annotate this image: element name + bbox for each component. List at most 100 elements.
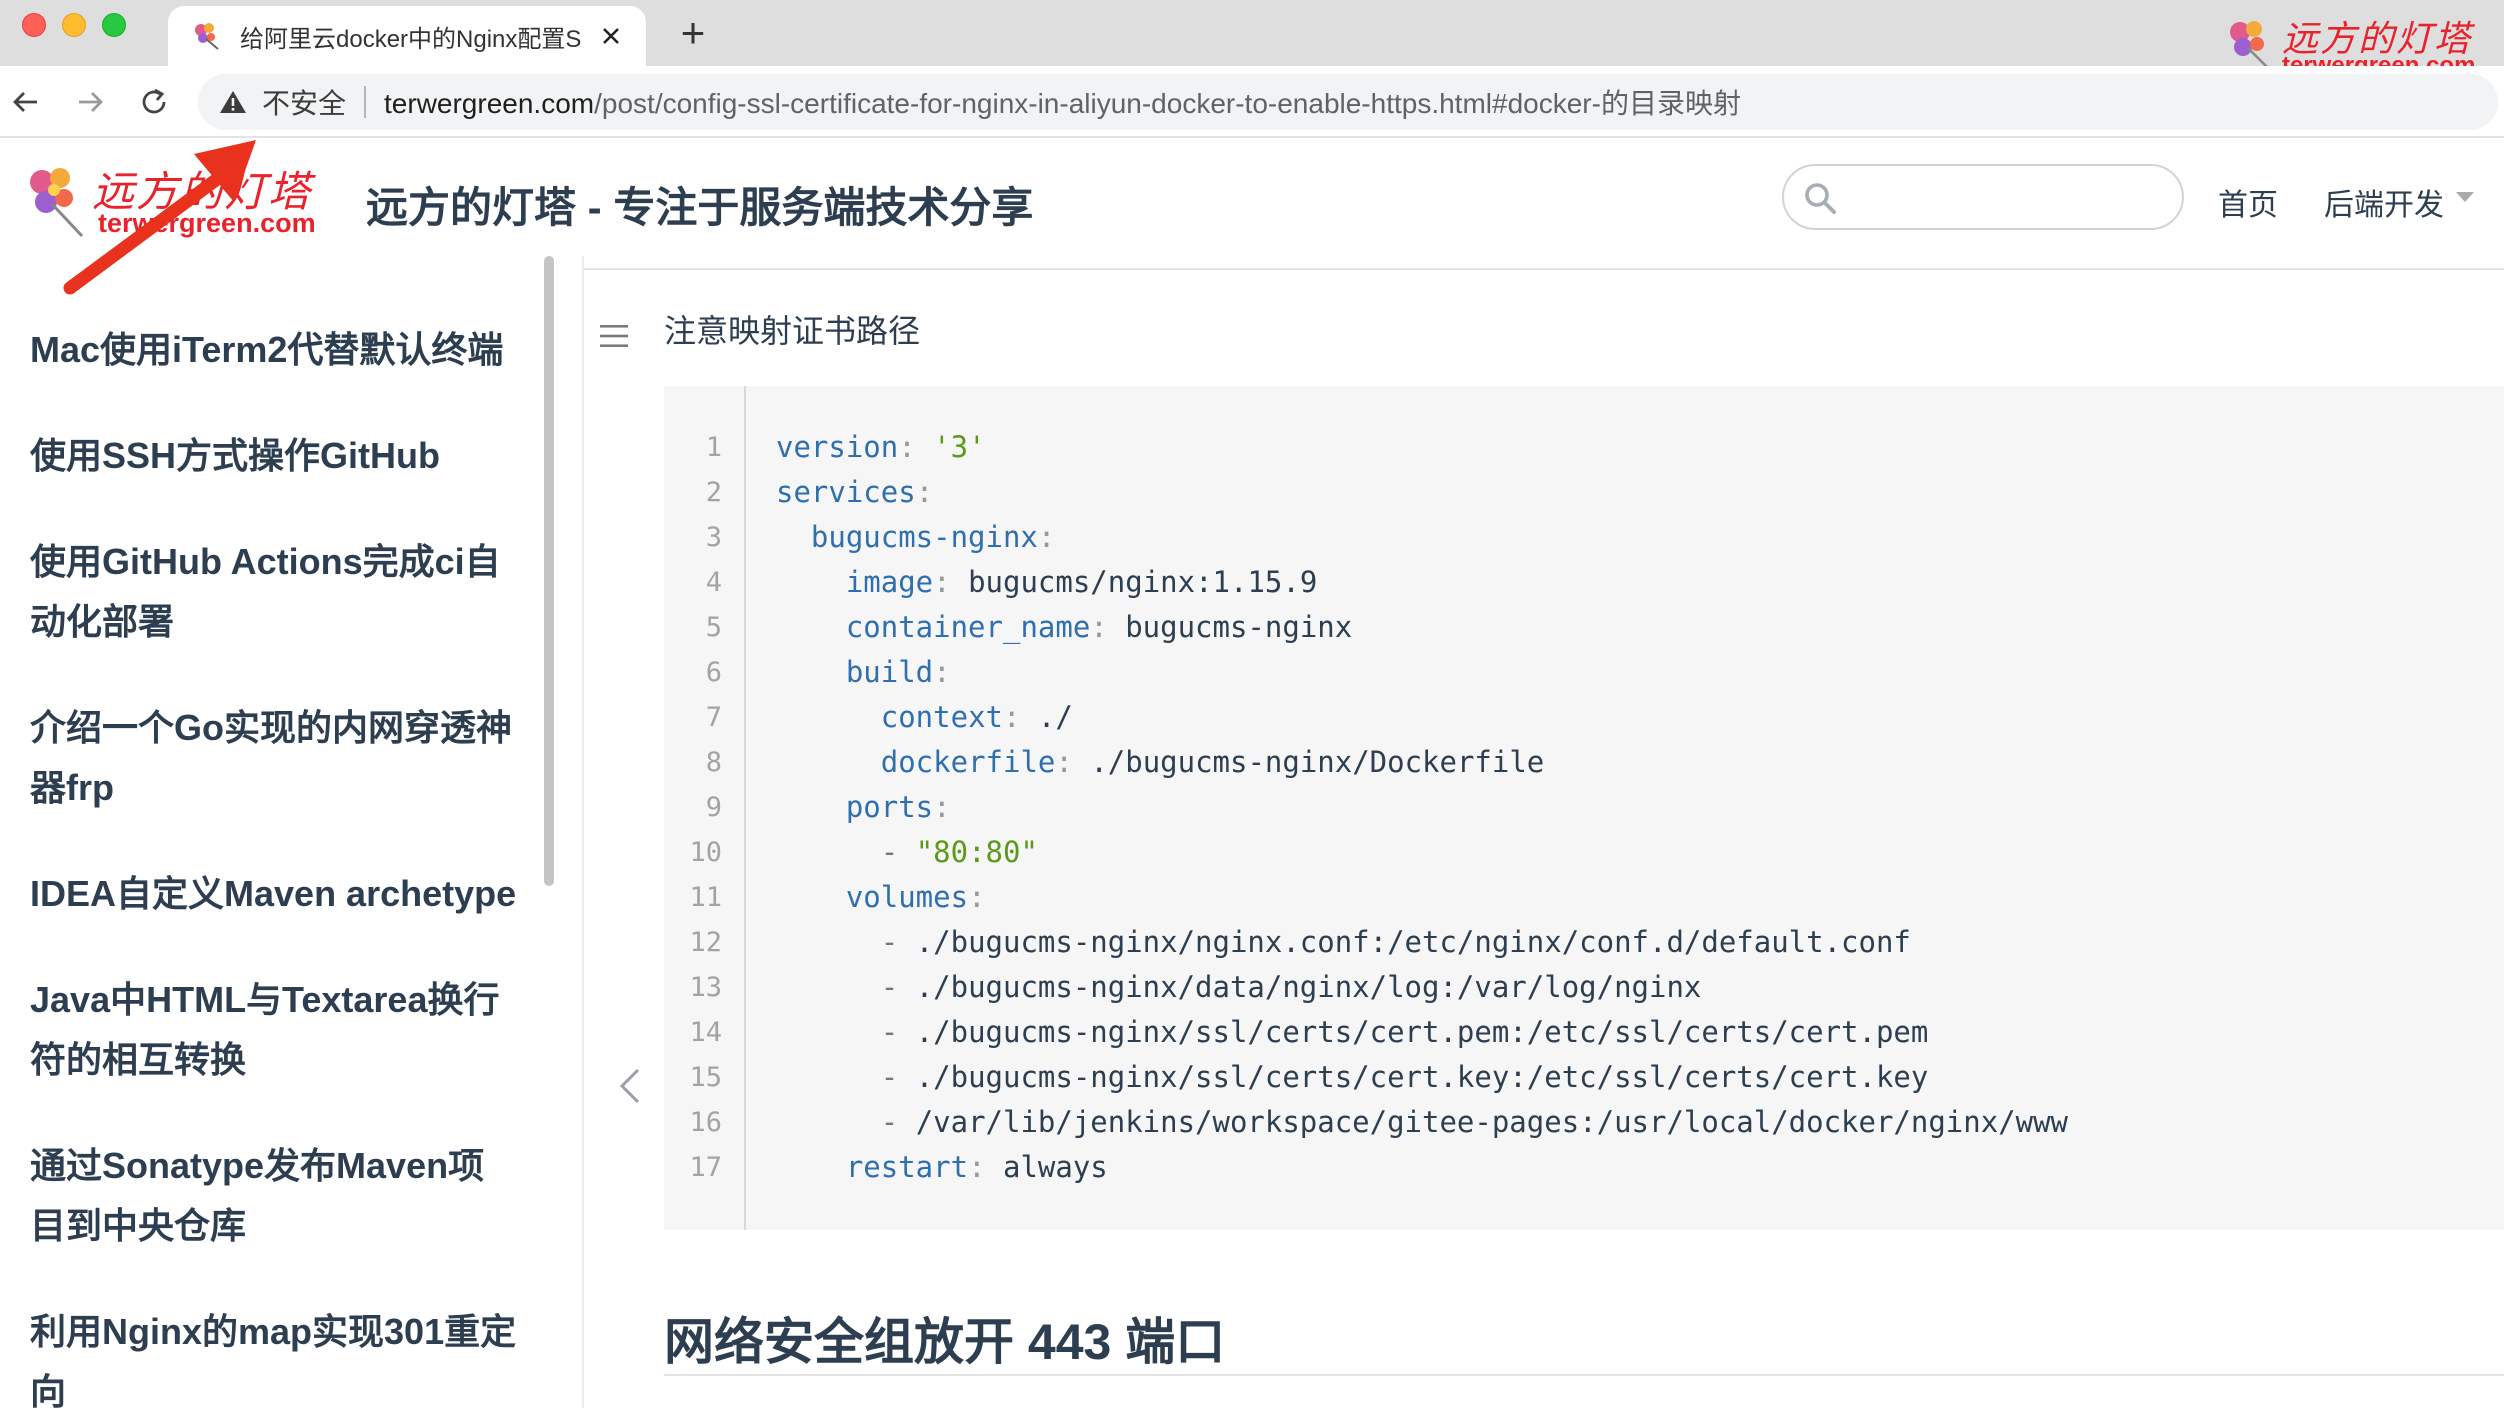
arrow-right-icon <box>79 92 103 112</box>
line-number: 4 <box>705 567 722 598</box>
sidebar-item[interactable]: IDEA自定义Maven archetype <box>30 864 520 924</box>
sidebar-item[interactable]: 通过Sonatype发布Maven项 目到中央仓库 <box>30 1136 520 1256</box>
code-line: - /var/lib/jenkins/workspace/gitee-pages… <box>776 1105 2068 1139</box>
new-tab-button[interactable]: + <box>668 8 718 58</box>
code-key: context <box>880 700 1003 734</box>
sidebar-divider <box>582 256 584 1408</box>
sidebar-scrollbar[interactable] <box>544 256 554 886</box>
code-gutter-divider <box>744 386 746 1230</box>
tab-active[interactable]: 给阿里云docker中的Nginx配置S <box>168 6 646 66</box>
code-colon: : <box>898 430 916 464</box>
arrow-left-icon <box>13 92 37 112</box>
code-line: dockerfile: ./bugucms-nginx/Dockerfile <box>776 745 1545 779</box>
nav-backend-dropdown[interactable]: 后端开发 <box>2324 180 2444 224</box>
sidebar-item[interactable]: 介绍一个Go实现的内网穿透神 器frp <box>30 698 520 818</box>
code-line: container_name: bugucms-nginx <box>776 610 1352 644</box>
code-line: version: '3' <box>776 430 986 464</box>
sidebar: Mac使用iTerm2代替默认终端使用SSH方式操作GitHub 使用GitHub… <box>0 256 546 1408</box>
code-key: build <box>845 655 934 689</box>
note-text: 注意映射证书路径 <box>664 313 921 349</box>
sidebar-item-label: 通过Sonatype发布Maven项 <box>30 1145 485 1186</box>
code-line: restart: always <box>776 1150 1108 1184</box>
code-key: restart <box>845 1150 969 1184</box>
heading-underline <box>664 1374 2504 1376</box>
code-colon: : <box>1037 520 1056 554</box>
line-number: 11 <box>689 882 722 913</box>
code-line: ports: <box>776 790 951 824</box>
code-key: volumes <box>845 880 969 914</box>
line-number: 8 <box>705 747 722 778</box>
line-number: 3 <box>705 522 722 553</box>
sidebar-item-label: 目到中央仓库 <box>30 1205 247 1246</box>
close-window-button[interactable] <box>22 13 46 37</box>
sidebar-item[interactable]: 利用Nginx的map实现301重定向 <box>30 1302 520 1408</box>
code-colon: : <box>968 880 986 914</box>
line-number: 9 <box>705 792 722 823</box>
code-dash: - <box>880 835 916 869</box>
code-colon: : <box>933 565 951 599</box>
code-line: - ./bugucms-nginx/nginx.conf:/etc/nginx/… <box>776 925 1911 959</box>
close-tab-icon[interactable] <box>596 21 626 51</box>
code-colon: : <box>968 1150 986 1184</box>
code-dash: - <box>880 1060 916 1094</box>
section-heading: 网络安全组放开 443 端口 <box>664 1314 1226 1370</box>
code-key: dockerfile <box>880 745 1056 779</box>
line-number: 6 <box>705 657 722 688</box>
code-value: always <box>1003 1150 1108 1184</box>
reload-button[interactable] <box>132 80 176 124</box>
code-line: - ./bugucms-nginx/ssl/certs/cert.key:/et… <box>776 1060 1929 1094</box>
zoom-window-button[interactable] <box>102 13 126 37</box>
code-key: container_name <box>845 610 1091 644</box>
url-path: /post/config-ssl-certificate-for-nginx-i… <box>594 88 1741 119</box>
sidebar-item-label: 介绍一个Go实现的内网穿透神 <box>30 707 512 748</box>
content-divider <box>584 268 2504 270</box>
sidebar-item-label: IDEA自定义Maven archetype <box>30 873 517 914</box>
forward-button[interactable] <box>68 80 112 124</box>
search-icon <box>1805 183 1836 214</box>
sidebar-item[interactable]: Mac使用iTerm2代替默认终端 <box>30 320 520 380</box>
code-line: - ./bugucms-nginx/ssl/certs/cert.pem:/et… <box>776 1015 1929 1049</box>
menu-lines-icon[interactable] <box>598 322 630 350</box>
line-number: 17 <box>689 1152 722 1183</box>
nav-home-link[interactable]: 首页 <box>2218 180 2278 224</box>
address-bar[interactable]: 不安全 terwergreen.com/post/config-ssl-cert… <box>198 74 2498 130</box>
code-line: context: ./ <box>776 700 1073 734</box>
back-button[interactable] <box>4 80 48 124</box>
sidebar-item-label: 使用SSH方式操作GitHub <box>30 435 440 476</box>
code-line: volumes: <box>776 880 986 914</box>
code-colon: : <box>933 655 951 689</box>
code-colon: : <box>1002 700 1021 734</box>
line-number: 2 <box>705 477 722 508</box>
code-key: ports <box>845 790 934 824</box>
code-dash: - <box>880 970 916 1004</box>
sidebar-item-label: 符的相互转换 <box>30 1039 247 1080</box>
code-line: bugucms-nginx: <box>776 520 1055 554</box>
code-value: /var/lib/jenkins/workspace/gitee-pages:/… <box>915 1105 2069 1139</box>
sidebar-item[interactable]: 使用SSH方式操作GitHub <box>30 426 520 486</box>
code-value: '3' <box>933 430 986 464</box>
code-colon: : <box>1055 745 1073 779</box>
line-number: 13 <box>689 972 722 1003</box>
minimize-window-button[interactable] <box>62 13 86 37</box>
search-input[interactable] <box>1782 164 2184 230</box>
code-key: services <box>776 475 916 509</box>
code-value: "80:80" <box>915 835 1038 869</box>
chevron-left-icon[interactable] <box>616 1066 644 1106</box>
code-dash: - <box>880 1105 916 1139</box>
sidebar-item[interactable]: 使用GitHub Actions完成ci自 动化部署 <box>30 532 520 652</box>
line-number: 10 <box>689 837 722 868</box>
caret-down-icon <box>2456 192 2474 202</box>
code-value: bugucms/nginx:1.15.9 <box>968 565 1318 599</box>
code-key: image <box>845 565 934 599</box>
red-arrow-icon <box>63 140 256 295</box>
site-header: 远方的灯塔 terwergreen.com 远方的灯塔 - 专注于服务端技术分享… <box>0 138 2504 256</box>
security-label[interactable]: 不安全 <box>262 82 346 122</box>
line-number: 7 <box>705 702 722 733</box>
sidebar-item[interactable]: Java中HTML与Textarea换行 符的相互转换 <box>30 970 520 1090</box>
line-number: 12 <box>689 927 722 958</box>
code-value: ./bugucms-nginx/ssl/certs/cert.key:/etc/… <box>915 1060 1929 1094</box>
site-title[interactable]: 远方的灯塔 - 专注于服务端技术分享 <box>366 174 1033 235</box>
url-text[interactable]: terwergreen.com/post/config-ssl-certific… <box>384 82 1741 122</box>
reload-icon <box>142 88 166 114</box>
code-block: 1 version: '3' 2 services: 3 bugucms-nginx: 4… <box>664 386 2504 1230</box>
